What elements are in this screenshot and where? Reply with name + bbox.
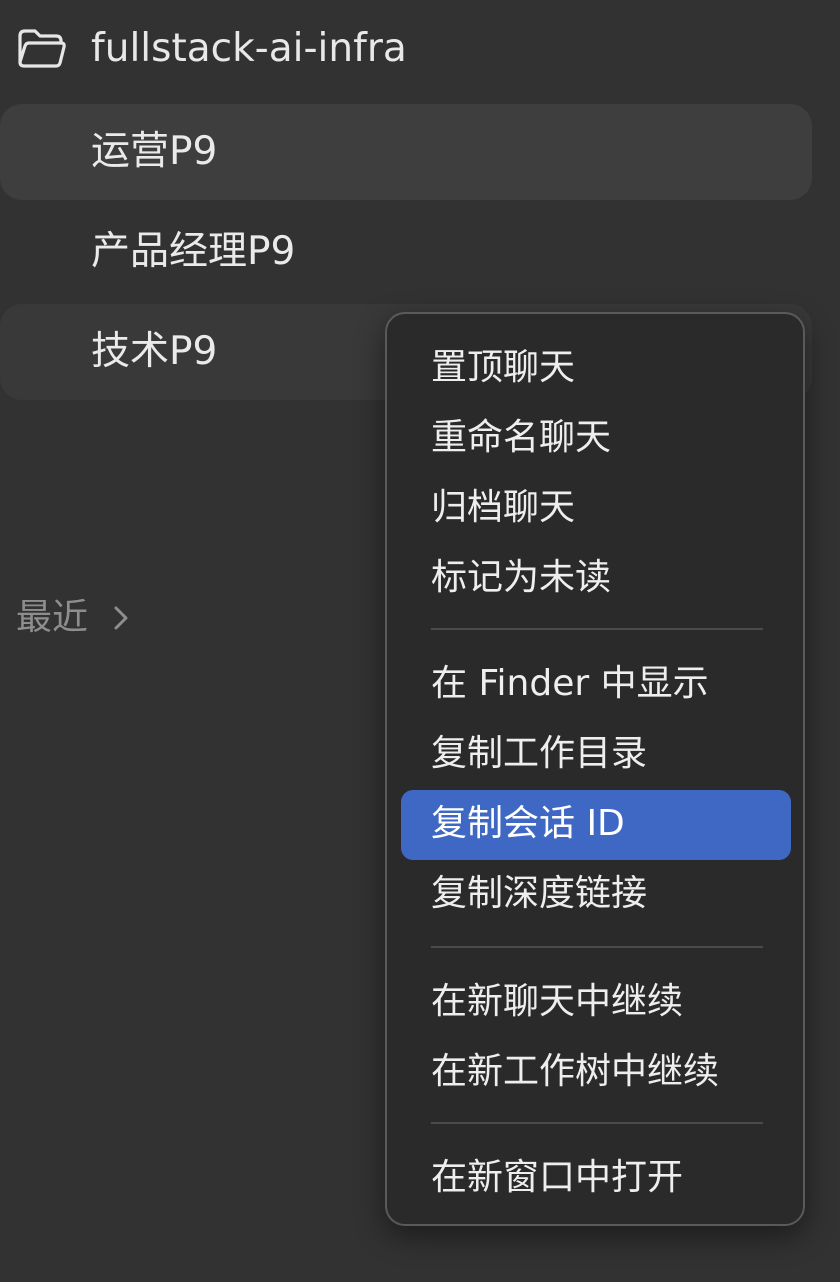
menu-item-show-in-finder[interactable]: 在 Finder 中显示	[401, 650, 791, 720]
menu-item-continue-in-new-worktree[interactable]: 在新工作树中继续	[401, 1038, 791, 1108]
menu-separator	[431, 946, 763, 948]
menu-item-label: 在 Finder 中显示	[431, 663, 709, 704]
menu-item-label: 置顶聊天	[431, 347, 576, 388]
menu-item-label: 标记为未读	[431, 557, 612, 598]
menu-item-mark-unread[interactable]: 标记为未读	[401, 544, 791, 614]
menu-item-copy-session-id[interactable]: 复制会话 ID	[401, 790, 791, 860]
recent-label: 最近	[16, 597, 89, 638]
recent-section-toggle[interactable]: 最近	[16, 592, 131, 644]
folder-icon	[18, 29, 66, 68]
menu-item-label: 复制深度链接	[431, 873, 648, 914]
project-folder-row[interactable]: fullstack-ai-infra	[0, 0, 840, 100]
folder-name: fullstack-ai-infra	[91, 26, 407, 71]
menu-item-archive-chat[interactable]: 归档聊天	[401, 474, 791, 544]
menu-item-label: 复制会话 ID	[431, 803, 625, 844]
chat-item-label: 技术P9	[91, 329, 218, 374]
menu-item-rename-chat[interactable]: 重命名聊天	[401, 404, 791, 474]
context-menu: 置顶聊天 重命名聊天 归档聊天 标记为未读 在 Finder 中显示 复制工作目…	[385, 312, 805, 1226]
chat-item-ops[interactable]: 运营P9	[0, 104, 812, 200]
chat-item-label: 运营P9	[91, 129, 218, 174]
menu-item-label: 在新工作树中继续	[431, 1051, 720, 1092]
menu-item-copy-deep-link[interactable]: 复制深度链接	[401, 860, 791, 930]
chat-item-pm[interactable]: 产品经理P9	[0, 204, 812, 300]
menu-item-label: 复制工作目录	[431, 733, 648, 774]
menu-item-label: 在新聊天中继续	[431, 981, 684, 1022]
menu-item-label: 在新窗口中打开	[431, 1157, 684, 1198]
menu-item-copy-working-directory[interactable]: 复制工作目录	[401, 720, 791, 790]
menu-separator	[431, 628, 763, 630]
menu-item-continue-in-new-chat[interactable]: 在新聊天中继续	[401, 968, 791, 1038]
menu-item-label: 归档聊天	[431, 487, 576, 528]
menu-separator	[431, 1122, 763, 1124]
menu-item-open-in-new-window[interactable]: 在新窗口中打开	[401, 1144, 791, 1214]
menu-item-pin-chat[interactable]: 置顶聊天	[401, 334, 791, 404]
menu-item-label: 重命名聊天	[431, 417, 612, 458]
chevron-right-icon	[114, 606, 128, 630]
chat-item-label: 产品经理P9	[91, 229, 296, 274]
